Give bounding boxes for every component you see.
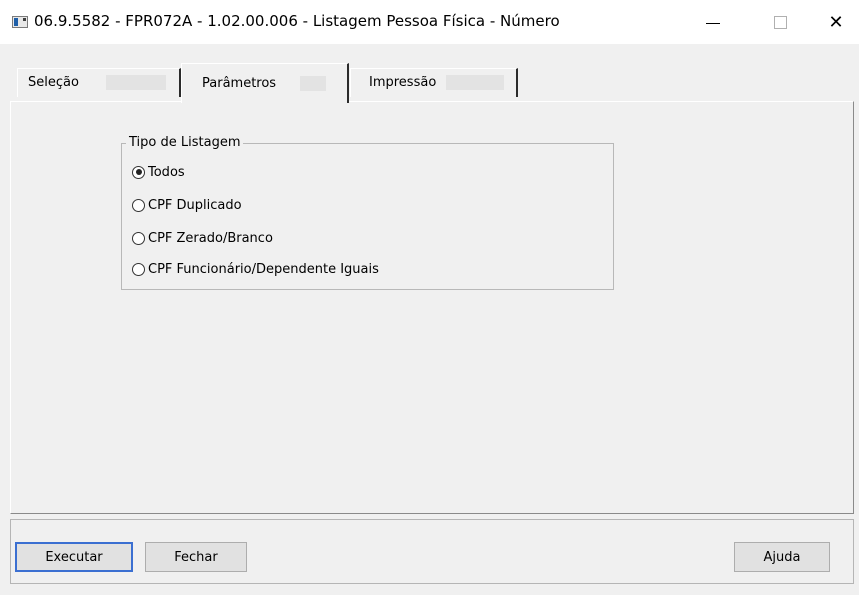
tipo-listagem-group: Tipo de Listagem Todos CPF Duplicado CPF… [121,135,614,290]
close-button[interactable]: ✕ [813,0,859,44]
radio-todos[interactable]: Todos [132,163,185,181]
tab-impressao-label: Impressão [369,75,437,90]
radio-unchecked-icon [132,198,145,212]
close-icon: ✕ [828,11,844,33]
radio-label: CPF Duplicado [148,197,242,213]
tab-page-parametros: Tipo de Listagem Todos CPF Duplicado CPF… [10,101,854,514]
tab-impressao[interactable]: Impressão [350,68,518,97]
group-legend: Tipo de Listagem [126,135,244,150]
maximize-button[interactable] [757,0,803,44]
tab-selecao[interactable]: Seleção [17,68,181,97]
radio-cpf-zerado-branco[interactable]: CPF Zerado/Branco [132,229,273,247]
radio-cpf-duplicado[interactable]: CPF Duplicado [132,196,242,214]
tab-parametros[interactable]: Parâmetros [181,63,349,103]
tab-selecao-label: Seleção [28,75,79,90]
tab-parametros-fill [300,76,326,91]
app-icon [12,16,28,28]
ajuda-button[interactable]: Ajuda [734,542,830,572]
radio-cpf-funcionario-dependente[interactable]: CPF Funcionário/Dependente Iguais [132,260,379,278]
fechar-button[interactable]: Fechar [145,542,247,572]
tab-selecao-fill [106,75,166,90]
radio-checked-icon [132,165,145,179]
client-area: Seleção Impressão Tipo de Listagem Todos… [0,44,859,595]
tab-impressao-fill [446,75,504,90]
radio-unchecked-icon [132,262,145,276]
radio-label: Todos [148,164,185,180]
minimize-button[interactable] [690,0,736,44]
window-title: 06.9.5582 - FPR072A - 1.02.00.006 - List… [34,12,560,30]
minimize-icon [706,22,720,24]
button-bar: Executar Fechar Ajuda [10,519,854,584]
maximize-icon [773,15,787,29]
radio-label: CPF Zerado/Branco [148,230,273,246]
tab-parametros-label: Parâmetros [202,76,277,91]
radio-label: CPF Funcionário/Dependente Iguais [148,261,379,277]
radio-unchecked-icon [132,231,145,245]
title-bar: 06.9.5582 - FPR072A - 1.02.00.006 - List… [0,0,859,44]
executar-button[interactable]: Executar [15,542,133,572]
